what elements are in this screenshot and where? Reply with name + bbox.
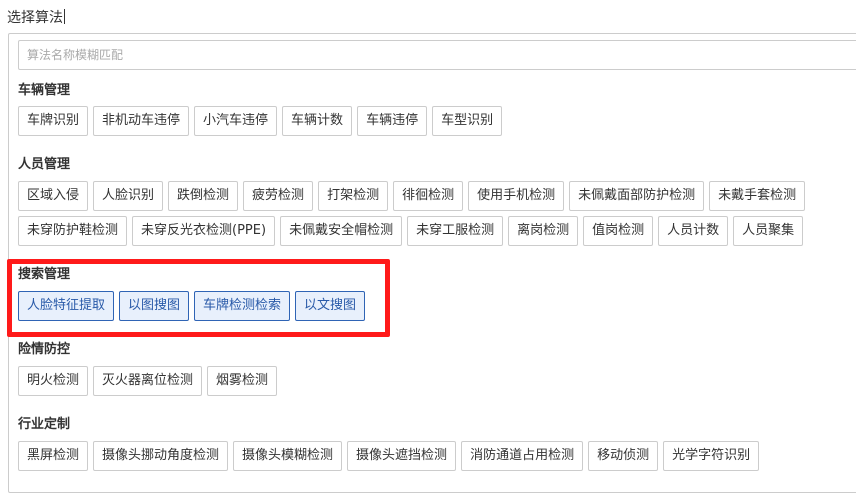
algo-chip[interactable]: 人员计数 [658,216,729,246]
section-title-search: 搜索管理 [18,267,71,282]
algo-chip[interactable]: 非机动车违停 [93,106,190,136]
section-title-vehicle: 车辆管理 [18,83,71,98]
algo-chip-selected[interactable]: 以文搜图 [295,291,366,321]
chip-row-hazard: 明火检测 灭火器离位检测 烟雾检测 [18,366,282,396]
algo-chip[interactable]: 值岗检测 [583,216,654,246]
algo-chip[interactable]: 车辆计数 [282,106,353,136]
algo-chip-selected[interactable]: 车牌检测检索 [194,291,291,321]
algo-chip[interactable]: 未穿防护鞋检测 [18,216,128,246]
algo-chip[interactable]: 明火检测 [18,366,89,396]
chip-row-industry: 黑屏检测 摄像头挪动角度检测 摄像头模糊检测 摄像头遮挡检测 消防通道占用检测 … [18,441,764,471]
algo-chip[interactable]: 小汽车违停 [194,106,278,136]
algo-chip[interactable]: 光学字符识别 [663,441,760,471]
algo-chip[interactable]: 区域入侵 [18,181,89,211]
section-title-personnel: 人员管理 [18,157,71,172]
chip-row-search: 人脸特征提取 以图搜图 车牌检测检索 以文搜图 [18,291,370,321]
algo-chip[interactable]: 移动侦测 [588,441,659,471]
algo-chip[interactable]: 徘徊检测 [393,181,464,211]
algo-chip[interactable]: 未佩戴面部防护检测 [569,181,705,211]
algo-chip[interactable]: 打架检测 [318,181,389,211]
algo-chip[interactable]: 黑屏检测 [18,441,89,471]
algo-chip[interactable]: 疲劳检测 [243,181,314,211]
algo-chip[interactable]: 摄像头模糊检测 [233,441,343,471]
search-input[interactable] [18,40,856,70]
algo-chip[interactable]: 车牌识别 [18,106,89,136]
algo-chip[interactable]: 未佩戴安全帽检测 [280,216,403,246]
algorithm-panel [8,33,856,493]
algo-chip[interactable]: 未穿反光衣检测(PPE) [132,216,276,246]
algo-chip[interactable]: 车辆违停 [357,106,428,136]
algo-chip-selected[interactable]: 以图搜图 [119,291,190,321]
algo-chip[interactable]: 车型识别 [432,106,503,136]
algo-chip[interactable]: 使用手机检测 [468,181,565,211]
algo-chip[interactable]: 人脸识别 [93,181,164,211]
chip-row-personnel-1: 区域入侵 人脸识别 跌倒检测 疲劳检测 打架检测 徘徊检测 使用手机检测 未佩戴… [18,181,810,211]
text-caret [64,9,65,24]
page-title: 选择算法 [7,9,65,26]
algo-chip[interactable]: 未戴手套检测 [709,181,806,211]
algo-chip[interactable]: 人员聚集 [733,216,804,246]
algo-chip-selected[interactable]: 人脸特征提取 [18,291,115,321]
algo-chip[interactable]: 跌倒检测 [168,181,239,211]
chip-row-vehicle: 车牌识别 非机动车违停 小汽车违停 车辆计数 车辆违停 车型识别 [18,106,507,136]
section-title-industry: 行业定制 [18,417,71,432]
algo-chip[interactable]: 离岗检测 [508,216,579,246]
algo-chip[interactable]: 消防通道占用检测 [461,441,584,471]
chip-row-personnel-2: 未穿防护鞋检测 未穿反光衣检测(PPE) 未佩戴安全帽检测 未穿工服检测 离岗检… [18,216,808,246]
algo-chip[interactable]: 摄像头遮挡检测 [347,441,457,471]
algo-chip[interactable]: 灭火器离位检测 [93,366,203,396]
section-title-hazard: 险情防控 [18,342,71,357]
algo-chip[interactable]: 摄像头挪动角度检测 [93,441,229,471]
algo-chip[interactable]: 烟雾检测 [207,366,278,396]
algo-chip[interactable]: 未穿工服检测 [407,216,504,246]
